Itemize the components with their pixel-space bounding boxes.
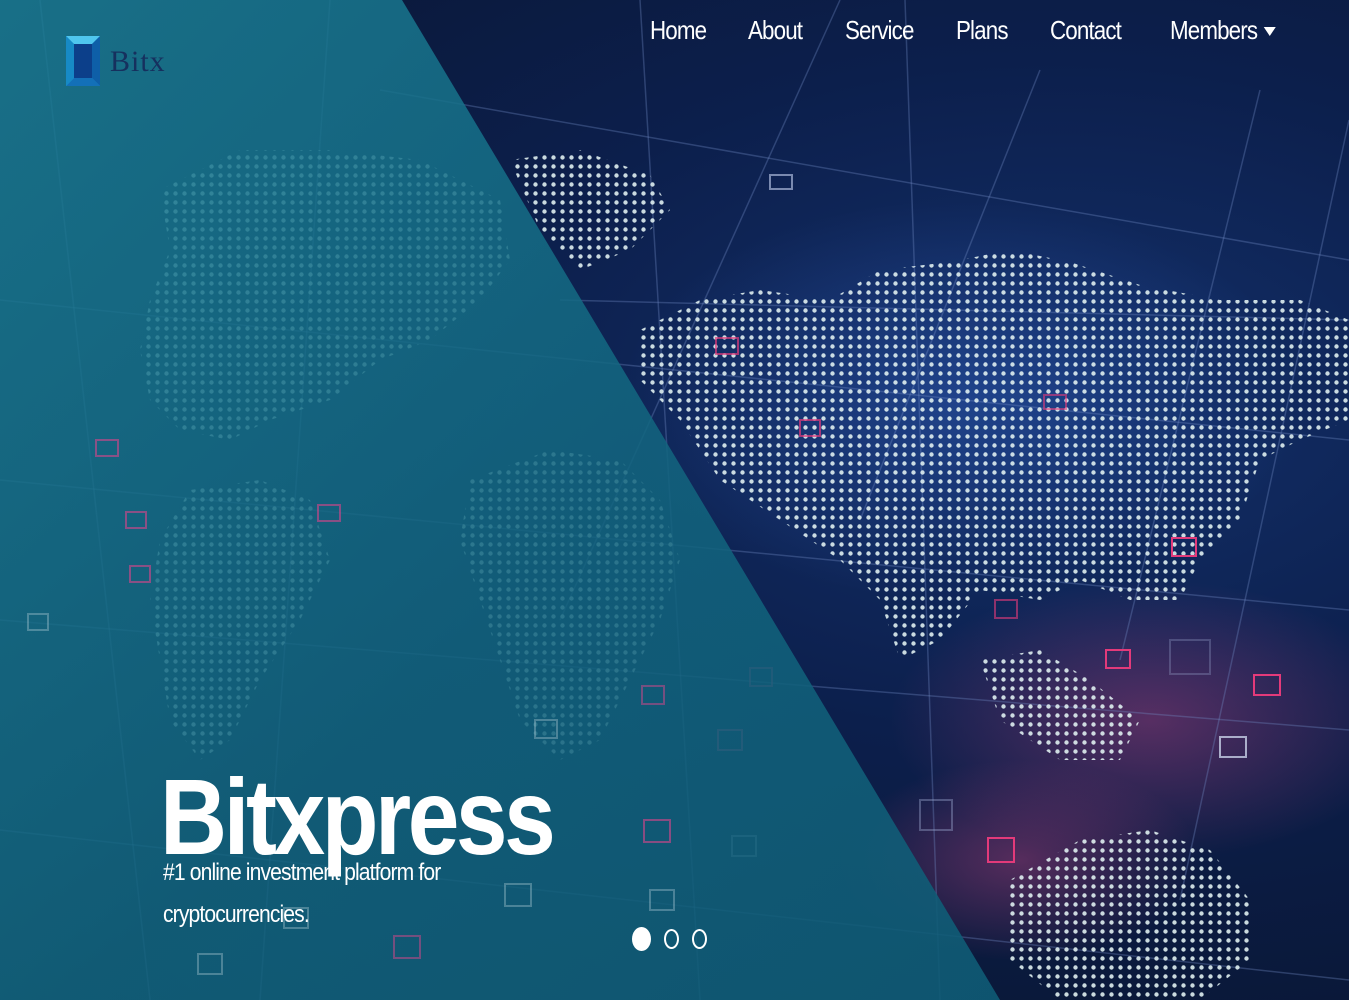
- cube-logo-icon: [66, 36, 100, 86]
- caret-down-icon: [1264, 26, 1277, 36]
- nav-members-dropdown[interactable]: Members: [1170, 14, 1277, 46]
- hero-tagline: #1 online investment platform for crypto…: [163, 859, 441, 928]
- hero-section: Bitx Home About Service Plans Contact Me…: [0, 0, 1349, 1000]
- nav-members-label: Members: [1170, 14, 1258, 45]
- brand-logo[interactable]: Bitx: [64, 34, 166, 88]
- carousel-indicators: [632, 927, 707, 951]
- carousel-dot-1[interactable]: [632, 927, 651, 951]
- carousel-dot-2[interactable]: [664, 929, 679, 949]
- carousel-dot-3[interactable]: [692, 929, 707, 949]
- nav-service-link[interactable]: Service: [845, 15, 914, 46]
- nav-about-link[interactable]: About: [748, 15, 803, 46]
- nav-contact-link[interactable]: Contact: [1050, 15, 1122, 46]
- nav-home-link[interactable]: Home: [650, 15, 707, 46]
- logo-text: Bitx: [110, 45, 166, 78]
- nav-plans-link[interactable]: Plans: [956, 15, 1009, 46]
